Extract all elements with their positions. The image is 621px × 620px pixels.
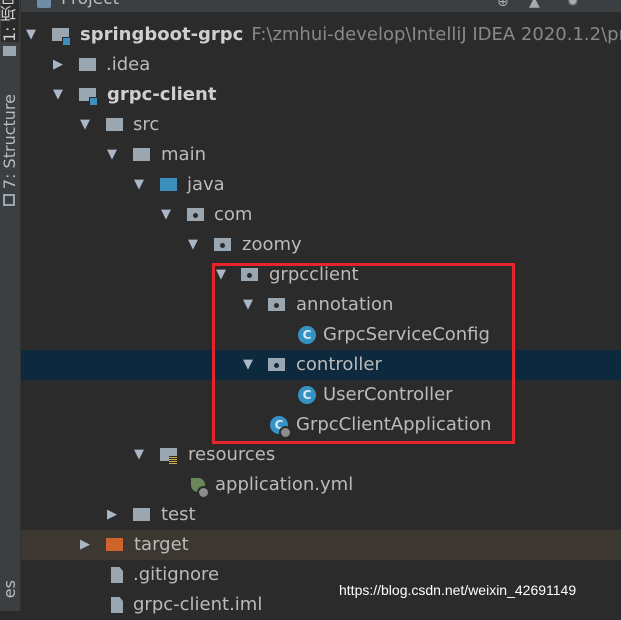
expanded-arrow-icon[interactable]: ▼	[51, 80, 65, 110]
expanded-arrow-icon[interactable]: ▼	[214, 260, 228, 290]
tree-row-application-yml[interactable]: application.yml	[21, 470, 621, 500]
tree-row-controller[interactable]: ▼ controller	[21, 350, 621, 380]
tree-row-resources[interactable]: ▼ resources	[21, 440, 621, 470]
tree-label: .idea	[106, 54, 151, 75]
tree-label: java	[187, 174, 225, 195]
tree-label: target	[134, 534, 189, 555]
tree-row-springboot-grpc[interactable]: ▼ springboot-grpc F:\zmhui-develop\Intell…	[21, 20, 621, 50]
class-icon: C	[298, 386, 316, 404]
expanded-arrow-icon[interactable]: ▼	[186, 230, 200, 260]
folder-icon	[133, 148, 150, 161]
expanded-arrow-icon[interactable]: ▼	[159, 200, 173, 230]
tree-label: com	[214, 204, 253, 225]
tree-label: controller	[296, 354, 382, 375]
tree-label: GrpcClientApplication	[296, 414, 492, 435]
expanded-arrow-icon[interactable]: ▼	[78, 110, 92, 140]
tree-row-grpcserviceconfig[interactable]: C GrpcServiceConfig	[21, 320, 621, 350]
collapsed-arrow-icon[interactable]: ▶	[105, 500, 119, 530]
project-panel-header: Project ⊕ ▲ ✹	[21, 0, 621, 12]
collapsed-arrow-icon[interactable]: ▶	[78, 530, 92, 560]
tree-row-src[interactable]: ▼ src	[21, 110, 621, 140]
folder-icon	[133, 508, 150, 521]
tree-row-grpcclient[interactable]: ▼ grpcclient	[21, 260, 621, 290]
project-view-icon	[37, 0, 51, 8]
tree-label: test	[161, 504, 196, 525]
package-dot-icon	[247, 273, 252, 278]
resources-mark-icon	[169, 456, 177, 464]
package-dot-icon	[220, 243, 225, 248]
tree-row-java[interactable]: ▼ java	[21, 170, 621, 200]
tree-row-zoomy[interactable]: ▼ zoomy	[21, 230, 621, 260]
tree-row-main[interactable]: ▼ main	[21, 140, 621, 170]
collapsed-arrow-icon[interactable]: ▶	[51, 50, 65, 80]
tree-label: UserController	[323, 384, 453, 405]
tree-row-test[interactable]: ▶ test	[21, 500, 621, 530]
config-gear-icon	[197, 486, 210, 499]
module-mark-icon	[62, 37, 71, 46]
tree-row-target[interactable]: ▶ target	[21, 530, 621, 560]
gear-icon[interactable]: ✹	[567, 0, 581, 10]
tool-window-strip: 1: 项目 7: Structure es	[0, 0, 21, 611]
folder-icon	[3, 46, 16, 56]
project-view-title[interactable]: Project	[61, 0, 119, 9]
module-mark-icon	[89, 97, 98, 106]
structure-icon	[3, 194, 15, 206]
tree-label: resources	[188, 444, 276, 465]
project-path: F:\zmhui-develop\IntelliJ IDEA 2020.1.2\…	[251, 24, 621, 45]
tree-label: grpc-client.iml	[133, 594, 263, 615]
source-folder-icon	[160, 178, 177, 191]
package-dot-icon	[193, 213, 198, 218]
tree-label: grpcclient	[269, 264, 359, 285]
project-tree: ▼ springboot-grpc F:\zmhui-develop\Intell…	[21, 20, 621, 615]
expanded-arrow-icon[interactable]: ▼	[132, 440, 146, 470]
tree-label: src	[133, 114, 160, 135]
expanded-arrow-icon[interactable]: ▼	[132, 170, 146, 200]
project-tool-tab[interactable]: 1: 项目	[0, 0, 19, 42]
run-gear-icon	[279, 426, 292, 439]
watermark: https://blog.csdn.net/weixin_42691149	[339, 582, 577, 598]
tree-label: grpc-client	[107, 84, 217, 105]
tree-label: GrpcServiceConfig	[323, 324, 490, 345]
tree-row-grpcclientapplication[interactable]: C GrpcClientApplication	[21, 410, 621, 440]
tree-label: zoomy	[242, 234, 302, 255]
structure-tool-tab[interactable]: 7: Structure	[0, 94, 19, 189]
tree-label: main	[161, 144, 206, 165]
text-file-icon	[111, 567, 123, 583]
expanded-arrow-icon[interactable]: ▼	[24, 20, 38, 50]
tree-row-usercontroller[interactable]: C UserController	[21, 380, 621, 410]
expanded-arrow-icon[interactable]: ▼	[241, 290, 255, 320]
package-dot-icon	[274, 363, 279, 368]
tree-row-annotation[interactable]: ▼ annotation	[21, 290, 621, 320]
tree-row-com[interactable]: ▼ com	[21, 200, 621, 230]
expanded-arrow-icon[interactable]: ▼	[105, 140, 119, 170]
excluded-folder-icon	[106, 538, 123, 551]
expanded-arrow-icon[interactable]: ▼	[241, 350, 255, 380]
folder-icon	[106, 118, 123, 131]
package-dot-icon	[274, 303, 279, 308]
collapse-all-icon[interactable]: ▲	[529, 0, 543, 10]
folder-icon	[79, 58, 96, 71]
tree-label: annotation	[296, 294, 394, 315]
tree-row-grpc-client[interactable]: ▼ grpc-client	[21, 80, 621, 110]
bottom-tool-tab[interactable]: es	[0, 580, 19, 598]
tree-row-idea[interactable]: ▶ .idea	[21, 50, 621, 80]
class-icon: C	[298, 326, 316, 344]
tree-label: application.yml	[215, 474, 354, 495]
tree-label: springboot-grpc	[80, 24, 244, 45]
scroll-from-source-icon[interactable]: ⊕	[497, 0, 511, 10]
tree-label: .gitignore	[133, 564, 220, 585]
